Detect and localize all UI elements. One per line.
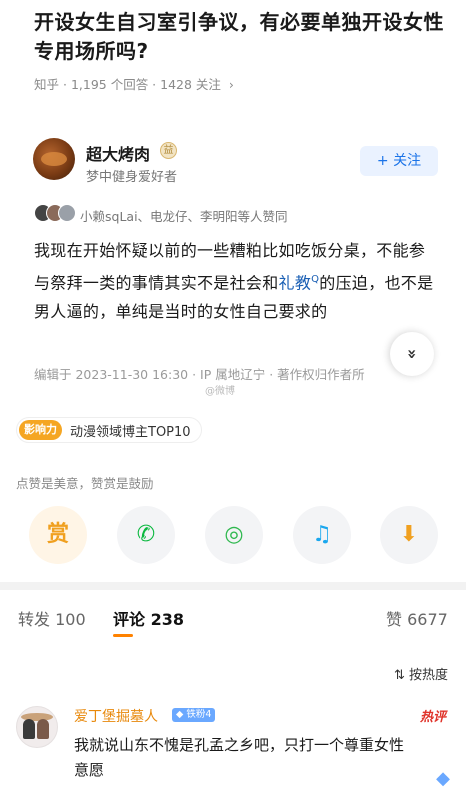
author-name[interactable]: 超大烤肉 xyxy=(86,141,150,165)
hot-comment-tag: 热评 xyxy=(420,710,447,725)
follow-count: 1428 关注 xyxy=(160,77,221,92)
fan-badge: ◆ 铁粉4 xyxy=(172,708,216,722)
author-badge-icon: 益 xyxy=(160,142,177,159)
comment-text[interactable]: 我就说山东不愧是孔孟之乡吧，只打一个尊重女性意愿 xyxy=(74,733,414,783)
edit-meta: 编辑于 2023-11-30 16:30 · IP 属地辽宁 · 著作权归作者所 xyxy=(34,367,365,382)
active-tab-indicator xyxy=(113,634,133,637)
author-subtitle: 梦中健身爱好者 xyxy=(86,170,178,185)
qq-share-icon[interactable]: ♫ xyxy=(293,506,351,564)
tab-comments[interactable]: 评论 238 xyxy=(113,606,184,630)
tab-likes[interactable]: 赞 6677 xyxy=(386,606,448,630)
sparkle-icon: ◆ xyxy=(436,768,450,789)
chevron-right-icon: › xyxy=(228,77,234,92)
watermark: @微博 xyxy=(205,386,235,397)
wechat-share-icon[interactable]: ✆ xyxy=(117,506,175,564)
follow-button[interactable]: + 关注 xyxy=(360,146,438,176)
influence-badge[interactable]: 影响力 动漫领域博主TOP10 xyxy=(16,417,202,443)
section-divider xyxy=(0,582,466,590)
question-title[interactable]: 开设女生自习室引争议，有必要单独开设女性专用场所吗? xyxy=(34,8,454,66)
sort-by-hot-button[interactable]: ⇅ 按热度 xyxy=(394,664,448,683)
commenter-name[interactable]: 爱丁堡掘墓人 xyxy=(74,706,158,726)
question-meta[interactable]: 知乎 · 1,195 个回答 · 1428 关注 › xyxy=(34,74,234,93)
author-avatar[interactable] xyxy=(33,138,75,180)
answer-body: 我现在开始怀疑以前的一些糟粕比如吃饭分桌，不能参与祭拜一类的事情其实不是社会和礼… xyxy=(34,236,438,326)
influence-text: 动漫领域博主TOP10 xyxy=(70,424,191,440)
reward-tip: 点赞是美意，赞赏是鼓励 xyxy=(16,476,154,491)
expand-icon[interactable]: » xyxy=(390,332,434,376)
commenter-avatar[interactable] xyxy=(16,706,58,748)
answer-count: 1,195 个回答 xyxy=(70,77,149,92)
avatar-figure xyxy=(37,719,49,739)
moments-share-icon[interactable]: ◎ xyxy=(205,506,263,564)
likers-text[interactable]: 小赖sqLai、电龙仔、李明阳等人赞同 xyxy=(80,206,288,225)
reward-button[interactable]: 赏 xyxy=(29,506,87,564)
influence-tag: 影响力 xyxy=(19,420,62,440)
liker-avatar xyxy=(58,204,76,222)
save-image-icon[interactable]: ⬇ xyxy=(380,506,438,564)
tab-repost[interactable]: 转发 100 xyxy=(18,606,86,630)
topic-link[interactable]: 礼教 xyxy=(279,273,312,292)
avatar-figure xyxy=(23,719,35,739)
question-source: 知乎 xyxy=(34,77,60,92)
